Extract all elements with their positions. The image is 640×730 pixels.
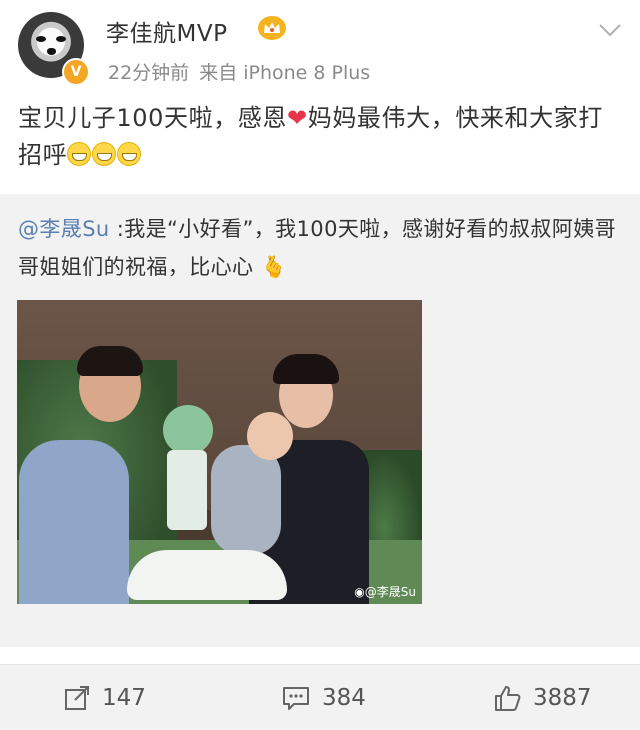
- post-time: 22分钟前: [108, 62, 190, 84]
- photo-cake: [167, 450, 207, 530]
- repost-text: @李晟Su :我是“小好看”，我100天啦，感谢好看的叔叔阿姨哥哥姐姐们的祝福，…: [18, 210, 626, 286]
- grin-emoji-icon: [117, 142, 142, 166]
- photo-man-hair: [77, 346, 143, 376]
- share-icon: [65, 686, 89, 710]
- mention-link[interactable]: @李晟Su: [18, 217, 110, 241]
- photo-man: [19, 440, 129, 604]
- avatar-eye-left: [36, 36, 46, 42]
- photo-woman-hair: [273, 354, 339, 384]
- repost-count: 147: [102, 685, 146, 711]
- post-meta: 22分钟前 来自 iPhone 8 Plus: [108, 58, 370, 85]
- post-header: V 李佳航MVP 22分钟前 来自 iPhone 8 Plus: [0, 0, 640, 88]
- photo-watermark: ◉@李晟Su: [354, 583, 416, 600]
- comment-button[interactable]: 384: [282, 683, 366, 713]
- thumbs-up-icon: [495, 686, 521, 711]
- like-count: 3887: [533, 685, 592, 711]
- action-bar: 147 384 3887: [0, 664, 640, 730]
- like-button[interactable]: 3887: [493, 683, 592, 713]
- grin-emoji-icon: [92, 142, 117, 166]
- post-text: 宝贝儿子100天啦，感恩❤妈妈最伟大，快来和大家打招呼: [18, 100, 622, 174]
- username[interactable]: 李佳航MVP: [106, 14, 227, 48]
- crown-icon[interactable]: [258, 16, 286, 40]
- post-source[interactable]: 来自 iPhone 8 Plus: [199, 62, 370, 84]
- grin-emoji-icon: [67, 142, 92, 166]
- photo-pedestal: [127, 550, 287, 600]
- chevron-down-icon[interactable]: [598, 20, 622, 40]
- repost-button[interactable]: 147: [64, 683, 146, 713]
- heart-icon: ❤: [287, 104, 308, 132]
- verified-badge-icon: V: [62, 58, 90, 86]
- repost-card[interactable]: @李晟Su :我是“小好看”，我100天啦，感谢好看的叔叔阿姨哥哥姐姐们的祝福，…: [0, 194, 640, 647]
- photo-cake-top: [163, 405, 213, 455]
- post-text-part1: 宝贝儿子100天啦，感恩: [18, 104, 288, 132]
- weibo-logo-icon: ◉: [354, 585, 365, 599]
- crown-glyph: [264, 22, 280, 33]
- comment-count: 384: [322, 685, 366, 711]
- photo-baby-head: [247, 412, 293, 460]
- comment-icon: [283, 687, 309, 710]
- watermark-text: @李晟Su: [364, 585, 416, 599]
- photo-baby: [211, 445, 281, 555]
- avatar-nose: [47, 48, 56, 55]
- avatar-eye-right: [56, 36, 66, 42]
- finger-heart-icon: 🫰: [253, 255, 288, 279]
- post-photo[interactable]: ◉@李晟Su: [17, 300, 422, 604]
